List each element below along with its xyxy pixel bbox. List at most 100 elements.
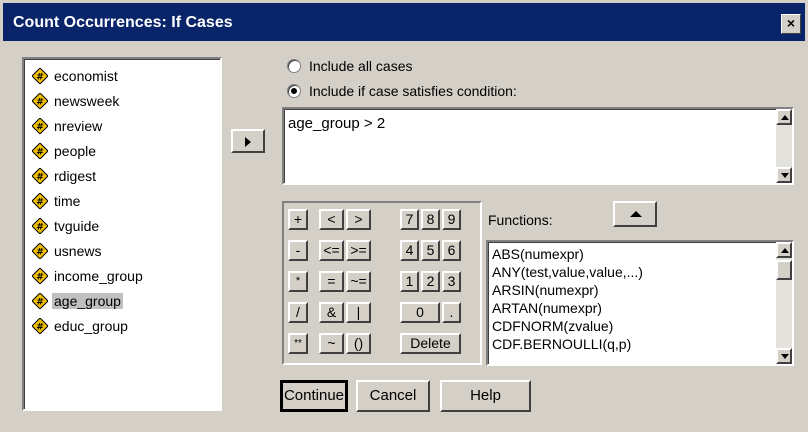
condition-scrollbar[interactable] bbox=[776, 109, 792, 183]
function-item[interactable]: ABS(numexpr) bbox=[492, 245, 584, 263]
scroll-down-button[interactable] bbox=[776, 167, 792, 183]
numeric-variable-icon: # bbox=[32, 218, 48, 234]
functions-list[interactable]: ABS(numexpr) ANY(test,value,value,...) A… bbox=[486, 240, 794, 366]
functions-scrollbar[interactable] bbox=[776, 242, 792, 364]
variable-name: rdigest bbox=[54, 168, 97, 184]
variable-list-item[interactable]: # nreview bbox=[32, 115, 104, 137]
key-divide[interactable]: / bbox=[288, 302, 308, 323]
numeric-variable-icon: # bbox=[32, 143, 48, 159]
chevron-down-icon bbox=[781, 173, 789, 178]
svg-text:#: # bbox=[36, 198, 44, 208]
scroll-down-button[interactable] bbox=[776, 348, 792, 364]
include-all-radio[interactable]: Include all cases bbox=[287, 57, 413, 75]
key-delete[interactable]: Delete bbox=[400, 333, 461, 354]
variable-list[interactable]: # economist # newsweek # nreview # people # r… bbox=[22, 57, 222, 411]
scroll-up-button[interactable] bbox=[776, 242, 792, 258]
key-or[interactable]: | bbox=[346, 302, 371, 323]
help-button[interactable]: Help bbox=[440, 380, 531, 412]
key-power[interactable]: ** bbox=[288, 333, 308, 354]
numeric-variable-icon: # bbox=[32, 118, 48, 134]
function-item[interactable]: ARSIN(numexpr) bbox=[492, 281, 599, 299]
key-7[interactable]: 7 bbox=[400, 209, 419, 230]
variable-list-item[interactable]: # tvguide bbox=[32, 215, 101, 237]
svg-text:#: # bbox=[36, 173, 44, 183]
variable-name: newsweek bbox=[54, 93, 120, 109]
key-equals[interactable]: = bbox=[319, 271, 344, 292]
close-button[interactable]: × bbox=[781, 14, 801, 34]
key-8[interactable]: 8 bbox=[421, 209, 440, 230]
scroll-up-button[interactable] bbox=[776, 109, 792, 125]
cancel-button[interactable]: Cancel bbox=[356, 380, 430, 412]
variable-list-item[interactable]: # educ_group bbox=[32, 315, 130, 337]
numeric-variable-icon: # bbox=[32, 168, 48, 184]
key-1[interactable]: 1 bbox=[400, 271, 419, 292]
insert-function-button[interactable] bbox=[613, 201, 657, 227]
functions-label: Functions: bbox=[488, 212, 553, 228]
svg-text:#: # bbox=[36, 148, 44, 158]
variable-list-item[interactable]: # time bbox=[32, 190, 82, 212]
include-all-label: Include all cases bbox=[309, 58, 413, 74]
key-not[interactable]: ~ bbox=[319, 333, 344, 354]
variable-name: time bbox=[54, 193, 81, 209]
numeric-variable-icon: # bbox=[32, 193, 48, 209]
function-item[interactable]: CDFNORM(zvalue) bbox=[492, 317, 613, 335]
key-6[interactable]: 6 bbox=[442, 240, 461, 261]
variable-list-item[interactable]: # economist bbox=[32, 65, 120, 87]
title-bar[interactable]: Count Occurrences: If Cases × bbox=[3, 3, 805, 41]
variable-list-item[interactable]: # people bbox=[32, 140, 98, 162]
function-item[interactable]: ANY(test,value,value,...) bbox=[492, 263, 643, 281]
function-item[interactable]: ARTAN(numexpr) bbox=[492, 299, 602, 317]
radio-indicator[interactable] bbox=[287, 59, 301, 73]
chevron-down-icon bbox=[781, 354, 789, 359]
variable-list-item[interactable]: # rdigest bbox=[32, 165, 98, 187]
variable-name: people bbox=[54, 143, 97, 159]
arrow-right-icon bbox=[245, 137, 251, 147]
numeric-variable-icon: # bbox=[32, 318, 48, 334]
numeric-variable-icon: # bbox=[32, 268, 48, 284]
key-minus[interactable]: - bbox=[288, 240, 308, 261]
variable-list-item[interactable]: # usnews bbox=[32, 240, 103, 262]
chevron-up-icon bbox=[781, 248, 789, 253]
continue-button[interactable]: Continue bbox=[280, 380, 348, 412]
svg-text:#: # bbox=[36, 73, 44, 83]
variable-list-item[interactable]: # age_group bbox=[32, 290, 123, 312]
key-greater-than[interactable]: > bbox=[346, 209, 371, 230]
key-5[interactable]: 5 bbox=[421, 240, 440, 261]
variable-name: tvguide bbox=[54, 218, 100, 234]
variable-name: nreview bbox=[54, 118, 103, 134]
key-decimal[interactable]: . bbox=[442, 302, 461, 323]
key-2[interactable]: 2 bbox=[421, 271, 440, 292]
variable-name: educ_group bbox=[54, 318, 128, 334]
radio-indicator[interactable] bbox=[287, 84, 301, 98]
key-9[interactable]: 9 bbox=[442, 209, 461, 230]
condition-expression[interactable]: age_group > 2 bbox=[288, 115, 385, 132]
key-and[interactable]: & bbox=[319, 302, 344, 323]
numeric-variable-icon: # bbox=[32, 68, 48, 84]
key-3[interactable]: 3 bbox=[442, 271, 461, 292]
chevron-up-icon bbox=[781, 115, 789, 120]
key-4[interactable]: 4 bbox=[400, 240, 419, 261]
key-not-equal[interactable]: ~= bbox=[346, 271, 371, 292]
variable-name: age_group bbox=[52, 293, 123, 309]
move-variable-button[interactable] bbox=[231, 129, 265, 153]
condition-textarea[interactable]: age_group > 2 bbox=[282, 107, 794, 185]
key-parentheses[interactable]: () bbox=[346, 333, 371, 354]
variable-name: income_group bbox=[54, 268, 143, 284]
include-if-radio[interactable]: Include if case satisfies condition: bbox=[287, 82, 517, 100]
variable-list-item[interactable]: # income_group bbox=[32, 265, 145, 287]
svg-text:#: # bbox=[36, 248, 44, 258]
scroll-thumb[interactable] bbox=[776, 260, 792, 280]
svg-text:#: # bbox=[36, 323, 44, 333]
function-item[interactable]: CDF.BERNOULLI(q,p) bbox=[492, 335, 631, 353]
key-multiply[interactable]: * bbox=[288, 271, 308, 292]
svg-text:#: # bbox=[36, 273, 44, 283]
key-0[interactable]: 0 bbox=[400, 302, 440, 323]
svg-text:#: # bbox=[36, 98, 44, 108]
key-plus[interactable]: + bbox=[288, 209, 308, 230]
variable-list-item[interactable]: # newsweek bbox=[32, 90, 121, 112]
key-less-equal[interactable]: <= bbox=[319, 240, 344, 261]
variable-name: economist bbox=[54, 68, 118, 84]
key-less-than[interactable]: < bbox=[319, 209, 344, 230]
numeric-variable-icon: # bbox=[32, 243, 48, 259]
key-greater-equal[interactable]: >= bbox=[346, 240, 371, 261]
